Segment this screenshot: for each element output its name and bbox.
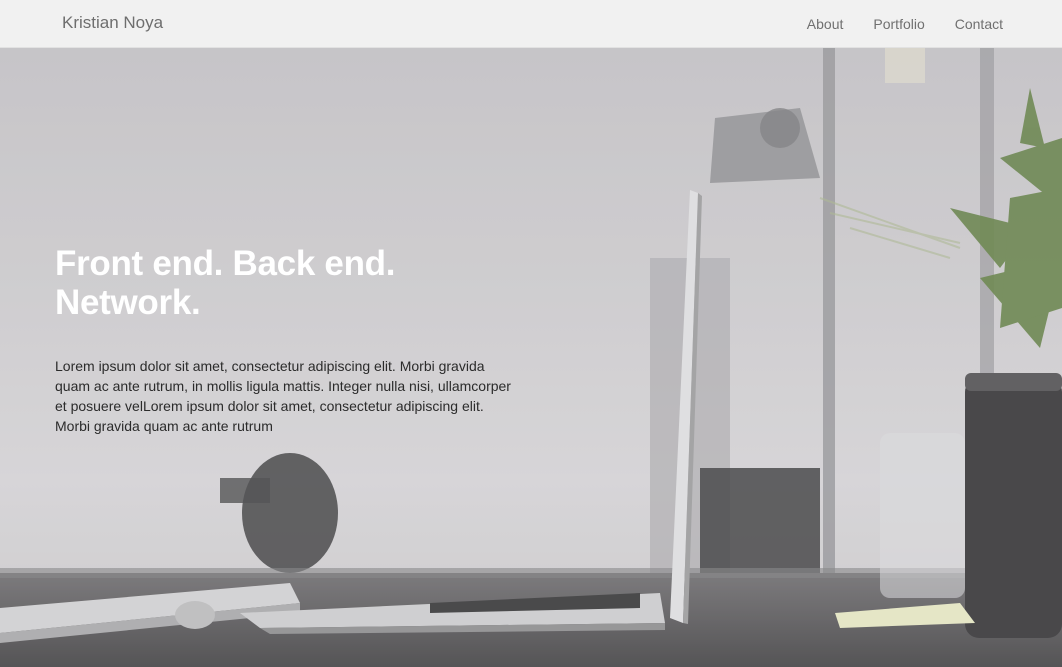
nav-links: About Portfolio Contact: [807, 16, 1003, 32]
navbar: Kristian Noya About Portfolio Contact: [0, 0, 1062, 48]
hero-title: Front end. Back end. Network.: [55, 244, 396, 322]
nav-link-contact[interactable]: Contact: [955, 16, 1003, 32]
hero-description: Lorem ipsum dolor sit amet, consectetur …: [55, 358, 511, 434]
nav-link-about[interactable]: About: [807, 16, 844, 32]
hero-content: Front end. Back end. Network. Lorem ipsu…: [55, 244, 525, 436]
hero-section: Front end. Back end. Network. Lorem ipsu…: [0, 48, 1062, 667]
nav-link-portfolio[interactable]: Portfolio: [873, 16, 924, 32]
brand-link[interactable]: Kristian Noya: [62, 13, 163, 33]
